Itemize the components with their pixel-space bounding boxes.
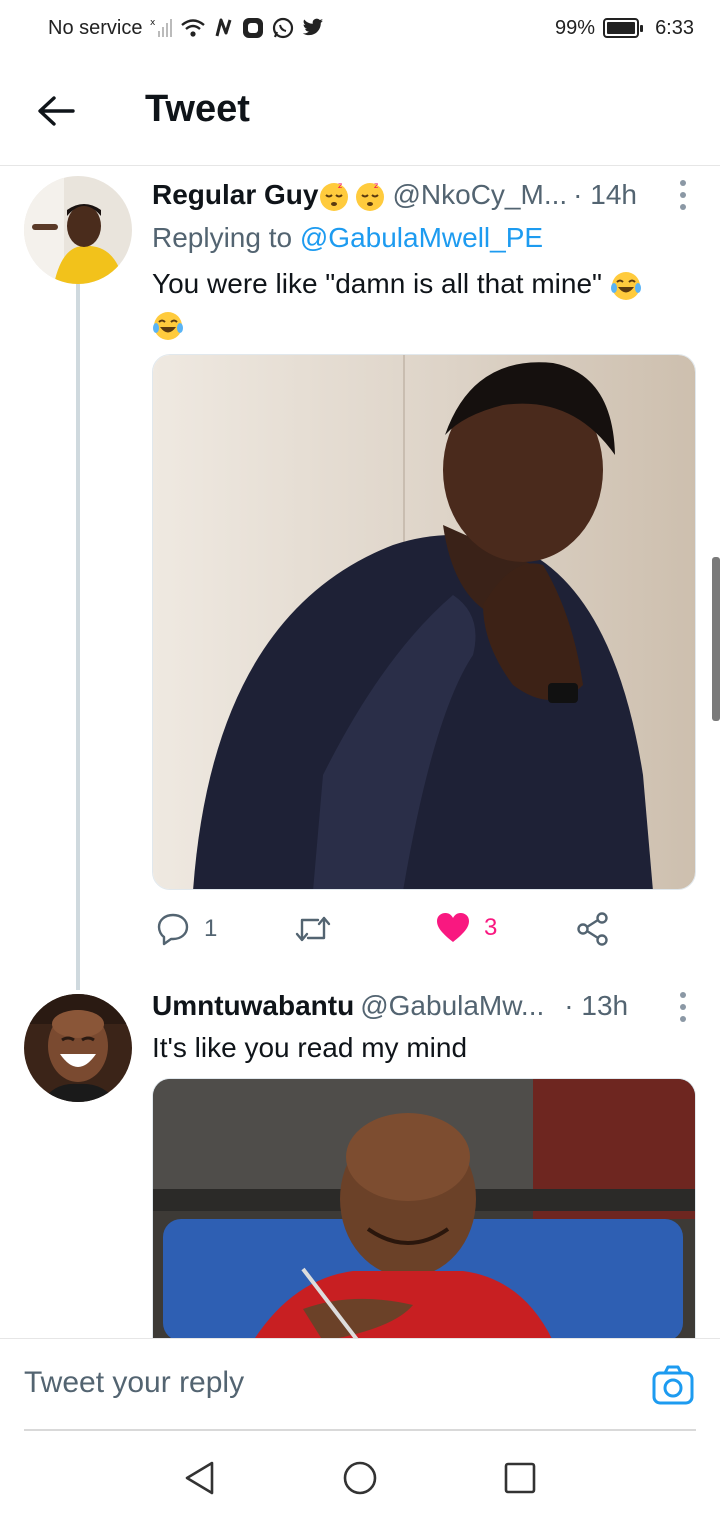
tweet-image[interactable]	[152, 1078, 696, 1340]
photo-man-laughing	[153, 355, 695, 889]
camera-button[interactable]	[652, 1364, 694, 1406]
reply-icon	[157, 913, 189, 946]
reply-placeholder: Tweet your reply	[24, 1366, 245, 1399]
user-handle[interactable]: @NkoCy_M...	[392, 179, 567, 211]
status-left: No service x	[48, 17, 324, 40]
tweet-header: Regular Guy z z @NkoCy_M... · 14h	[152, 178, 637, 212]
replying-prefix: Replying to	[152, 222, 300, 253]
twitter-icon	[302, 17, 324, 39]
triangle-back-icon	[185, 1461, 214, 1495]
carrier-label: No service	[48, 16, 143, 39]
battery-icon	[603, 18, 644, 38]
retweet-icon	[295, 916, 331, 942]
tweet-time[interactable]: · 13h	[564, 990, 628, 1022]
system-navigation-bar	[0, 1432, 720, 1520]
like-count: 3	[484, 914, 498, 941]
replying-to-handle[interactable]: @GabulaMwell_PE	[300, 222, 543, 253]
wifi-icon	[180, 17, 206, 39]
whatsapp-icon	[272, 17, 294, 39]
thread-connector-line	[76, 262, 80, 990]
nav-back-button[interactable]	[182, 1460, 218, 1496]
retweet-button[interactable]	[294, 912, 332, 946]
avatar[interactable]	[24, 176, 132, 284]
circle-home-icon	[343, 1461, 377, 1495]
tweet-text: You were like "damn is all that mine"	[152, 264, 692, 344]
shield-app-icon	[242, 17, 264, 39]
tears-of-joy-emoji	[610, 268, 642, 300]
back-button[interactable]	[36, 93, 76, 129]
svg-text:x: x	[150, 18, 156, 28]
avatar[interactable]	[24, 994, 132, 1102]
tweet-header: Umntuwabantu @GabulaMw... · 13h	[152, 990, 628, 1022]
replying-to-line: Replying to @GabulaMwell_PE	[152, 218, 692, 258]
camera-icon	[652, 1365, 694, 1405]
scrollbar-thumb[interactable]	[712, 557, 720, 721]
tweet-text-content: You were like "damn is all that mine"	[152, 268, 602, 299]
reply-composer-bar: Tweet your reply	[0, 1338, 720, 1431]
heart-icon	[437, 913, 469, 942]
display-name[interactable]: Regular Guy	[152, 179, 318, 211]
svg-text:z: z	[338, 181, 342, 190]
more-options-icon[interactable]	[678, 992, 688, 1022]
reply-button[interactable]: 1	[156, 912, 217, 946]
like-button[interactable]: 3	[436, 912, 497, 944]
sleeping-face-emoji: z	[354, 178, 386, 212]
status-right: 99% 6:33	[555, 17, 694, 40]
battery-percent: 99%	[555, 16, 596, 39]
tears-of-joy-emoji	[152, 308, 184, 340]
svg-text:z: z	[374, 181, 378, 190]
nfc-icon	[214, 17, 234, 39]
nav-recents-button[interactable]	[502, 1460, 538, 1496]
status-bar: No service x 99% 6:33	[0, 0, 720, 56]
tweet-text: It's like you read my mind	[152, 1032, 468, 1063]
tweet-actions: 1 3	[152, 912, 672, 952]
tweet-image[interactable]	[152, 354, 696, 890]
reply-input[interactable]: Tweet your reply	[24, 1339, 696, 1431]
square-recents-icon	[504, 1462, 536, 1494]
clock: 6:33	[655, 16, 694, 39]
tweet-time[interactable]: · 14h	[573, 179, 637, 211]
nav-home-button[interactable]	[342, 1460, 378, 1496]
share-button[interactable]	[576, 912, 610, 946]
share-icon	[577, 912, 608, 946]
more-options-icon[interactable]	[678, 180, 688, 210]
user-handle[interactable]: @GabulaMw...	[360, 990, 544, 1022]
display-name[interactable]: Umntuwabantu	[152, 990, 354, 1022]
sleeping-face-emoji: z	[318, 178, 350, 212]
no-signal-icon: x	[150, 17, 173, 39]
reply-count: 1	[204, 915, 218, 942]
top-app-bar: Tweet	[0, 56, 720, 166]
page-title: Tweet	[145, 88, 250, 130]
arrow-left-icon	[38, 96, 75, 126]
photo-man-grimacing	[153, 1079, 695, 1340]
